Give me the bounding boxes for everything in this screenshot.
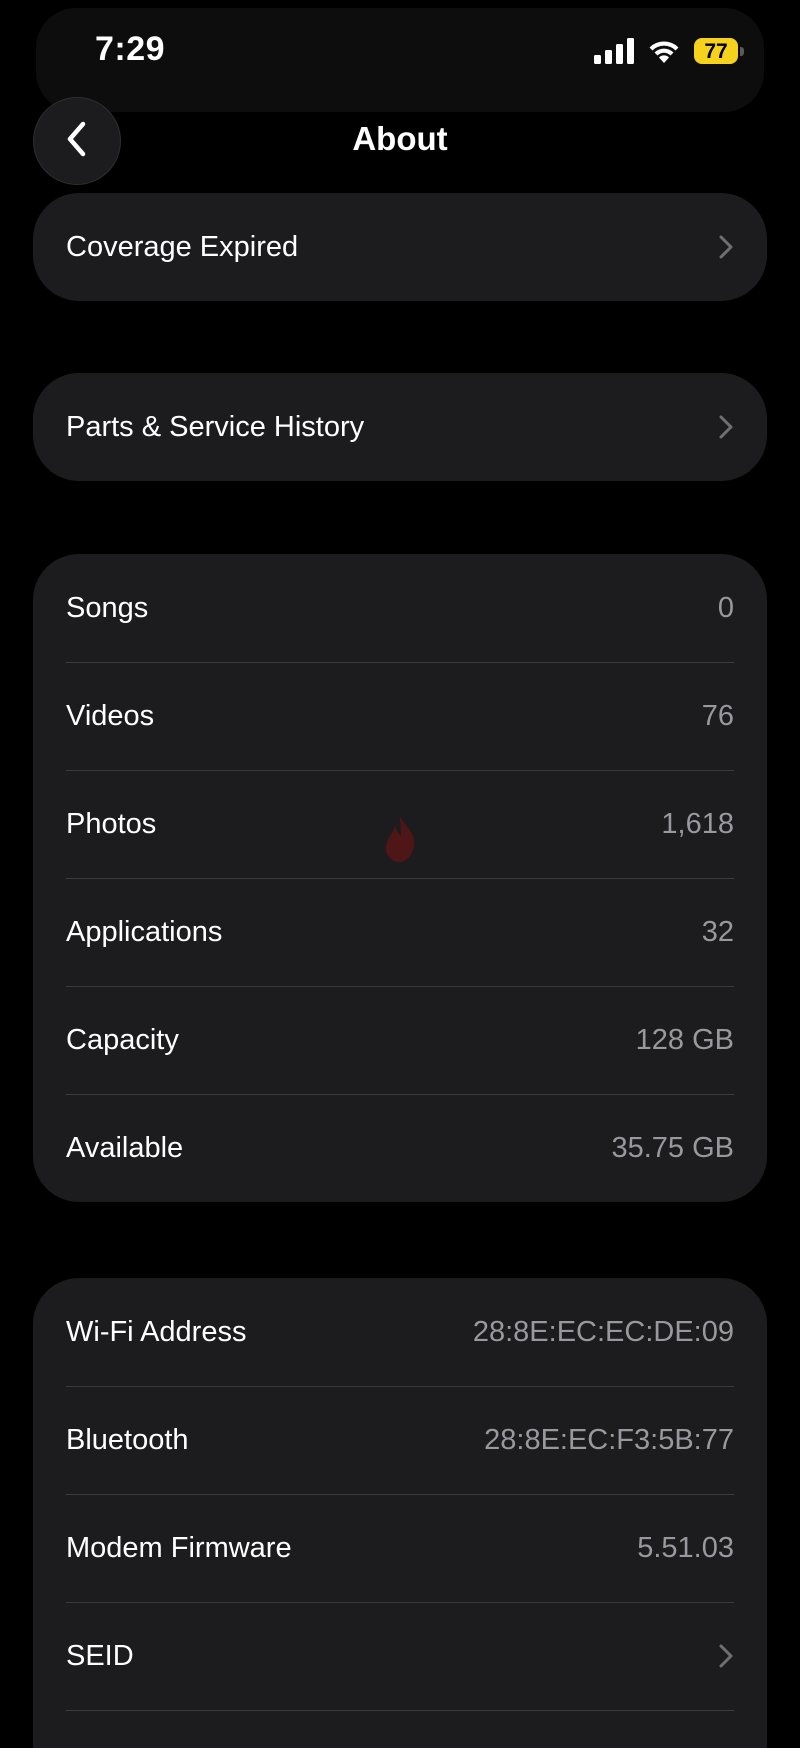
coverage-group: Coverage Expired <box>33 193 767 301</box>
service-history-label: Parts & Service History <box>66 410 365 443</box>
status-bar: 7:29 77 <box>0 0 800 112</box>
status-icons: 77 <box>594 38 744 64</box>
signal-icon <box>594 38 634 64</box>
info-row-wifi-address: Wi-Fi Address 28:8E:EC:EC:DE:09 <box>33 1278 767 1386</box>
coverage-label: Coverage Expired <box>66 230 299 263</box>
row-label: Available <box>66 1131 184 1164</box>
row-label: Bluetooth <box>66 1423 189 1456</box>
stat-row-videos: Videos 76 <box>33 662 767 770</box>
info-row-modem-firmware: Modem Firmware 5.51.03 <box>33 1494 767 1602</box>
battery-level: 77 <box>694 38 738 64</box>
row-value: 5.51.03 <box>637 1531 734 1564</box>
stats-group: Songs 0 Videos 76 Photos 1,618 Applicati… <box>33 554 767 1202</box>
stat-row-applications: Applications 32 <box>33 878 767 986</box>
service-group: Parts & Service History <box>33 373 767 481</box>
chevron-right-icon <box>718 414 734 440</box>
chevron-right-icon <box>718 234 734 260</box>
row-value: 128 GB <box>635 1023 734 1056</box>
row-label: Modem Firmware <box>66 1531 292 1564</box>
status-time: 7:29 <box>95 30 166 68</box>
wifi-icon <box>648 39 680 63</box>
info-row-seid[interactable]: SEID <box>33 1602 767 1710</box>
row-value: 1,618 <box>661 807 734 840</box>
row-label: Applications <box>66 915 223 948</box>
row-label: Songs <box>66 591 149 624</box>
stat-row-capacity: Capacity 128 GB <box>33 986 767 1094</box>
battery-tip <box>740 46 744 56</box>
watermark-flame-icon <box>380 814 420 869</box>
row-label: Wi-Fi Address <box>66 1315 247 1348</box>
row-value: 0 <box>717 591 734 624</box>
row-label: Videos <box>66 699 155 732</box>
network-group: Wi-Fi Address 28:8E:EC:EC:DE:09 Bluetoot… <box>33 1278 767 1748</box>
coverage-row[interactable]: Coverage Expired <box>33 193 767 301</box>
page-title: About <box>352 120 448 157</box>
row-value: 76 <box>701 699 734 732</box>
row-value: 28:8E:EC:EC:DE:09 <box>472 1315 734 1348</box>
battery-icon: 77 <box>694 38 744 64</box>
row-value: 32 <box>701 915 734 948</box>
service-history-row[interactable]: Parts & Service History <box>33 373 767 481</box>
stat-row-available: Available 35.75 GB <box>33 1094 767 1202</box>
row-label: SEID <box>66 1639 134 1672</box>
info-row-bluetooth: Bluetooth 28:8E:EC:F3:5B:77 <box>33 1386 767 1494</box>
row-value: 28:8E:EC:F3:5B:77 <box>484 1423 734 1456</box>
info-row-partial <box>33 1710 767 1748</box>
chevron-right-icon <box>718 1643 734 1669</box>
row-value: 35.75 GB <box>611 1131 734 1164</box>
row-label: Capacity <box>66 1023 179 1056</box>
row-label: Photos <box>66 807 157 840</box>
stat-row-songs: Songs 0 <box>33 554 767 662</box>
